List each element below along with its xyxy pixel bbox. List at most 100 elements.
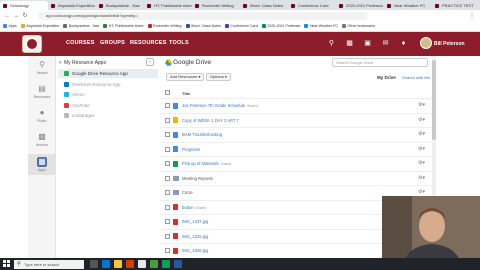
sidebar-item-search[interactable]: ⚲ Search	[28, 60, 56, 75]
bookmark-item[interactable]: Near Weather FC	[304, 24, 338, 28]
scrollbar-thumb[interactable]	[432, 60, 436, 140]
options-button[interactable]: Options ▾	[206, 73, 231, 81]
collapse-icon[interactable]: ‹	[146, 58, 154, 66]
table-row[interactable]: BAM Troubleshooting ⚙▾	[160, 127, 432, 140]
file-name[interactable]: Programs	[182, 147, 200, 152]
task-view-icon[interactable]	[90, 260, 98, 268]
calendar-icon[interactable]: ▣	[364, 40, 371, 47]
row-checkbox[interactable]	[165, 233, 170, 239]
bookmark-item[interactable]: Apps	[3, 24, 17, 28]
bookmark-item[interactable]: Abyssinia Expedition	[20, 24, 59, 28]
table-row[interactable]: Joe Peterson 7th Grade Schedule Shared ⚙▾	[160, 98, 432, 111]
file-name[interactable]: IMG_1026.jpg	[182, 248, 208, 253]
school-logo[interactable]	[22, 35, 42, 53]
file-name[interactable]: IMG_1237.jpg	[182, 219, 208, 224]
app-item[interactable]: Vimeo	[58, 90, 158, 99]
add-resources-button[interactable]: Add Resources ▾	[166, 73, 205, 81]
bell-icon[interactable]: ♦	[400, 40, 407, 47]
row-checkbox[interactable]	[165, 132, 170, 137]
table-row[interactable]: Programs ⚙▾	[160, 141, 432, 155]
row-options-icon[interactable]: ⚙▾	[418, 160, 425, 166]
tab-my-drive[interactable]: My Drive	[377, 75, 396, 80]
file-name[interactable]: IMG_1225.jpg	[182, 234, 208, 239]
row-checkbox[interactable]	[165, 146, 170, 152]
row-checkbox[interactable]	[165, 161, 170, 166]
row-options-icon[interactable]: ⚙▾	[418, 189, 425, 195]
row-options-icon[interactable]: ⚙▾	[418, 131, 425, 137]
browser-tab[interactable]: Conference Card	[288, 1, 336, 10]
row-checkbox[interactable]	[165, 117, 170, 123]
file-name[interactable]: BAM Troubleshooting	[182, 132, 222, 137]
file-explorer-icon[interactable]	[114, 260, 122, 268]
bookmark-item[interactable]: Bookpastime - Nav	[63, 24, 99, 28]
sidebar-item-public[interactable]: ● Public	[28, 108, 56, 123]
app-item[interactable]: YouTube	[58, 101, 158, 110]
nav-tools[interactable]: TOOLS	[169, 40, 189, 46]
row-options-icon[interactable]: ⚙▾	[418, 175, 425, 181]
file-name[interactable]: Copy of WEEK 1 DAY 3 ART 7	[182, 118, 239, 123]
windows-start-icon[interactable]	[3, 260, 10, 267]
browser-tab[interactable]: Word: Class Notes	[240, 1, 288, 10]
bookmark-item[interactable]: HT, Publishable sheet	[103, 24, 144, 28]
avatar[interactable]	[420, 37, 432, 49]
forward-icon[interactable]: →	[12, 12, 20, 20]
sidebar-item-archive[interactable]: ▩ Archive	[28, 132, 56, 147]
file-name[interactable]: button Shared	[182, 205, 206, 210]
row-options-icon[interactable]: ⚙▾	[418, 102, 425, 108]
browser-tab[interactable]: Schoology	[0, 1, 48, 10]
file-name[interactable]: Meeting Reports	[182, 176, 213, 181]
bookmark-item[interactable]: Word: Class Notes	[185, 24, 221, 28]
user-name[interactable]: Bill Peterson	[434, 41, 465, 47]
bookmark-item[interactable]: 2020-2021 Professio	[261, 24, 300, 28]
grid-icon[interactable]: ▦	[346, 40, 353, 47]
chrome-icon[interactable]	[162, 260, 170, 268]
bookmark-item[interactable]: Other bookmarks	[342, 24, 375, 28]
taskbar-search-input[interactable]: ⚲ Type here to search	[14, 259, 84, 269]
browser-tab[interactable]: PRACTICE TEST	[432, 1, 480, 10]
table-row[interactable]: Copy of WEEK 1 DAY 3 ART 7 ⚙▾	[160, 112, 432, 126]
back-icon[interactable]: ←	[3, 12, 11, 20]
search-icon[interactable]: ⚲	[328, 40, 335, 47]
browser-tab[interactable]: 2020-2021 Professio	[336, 1, 384, 10]
row-checkbox[interactable]	[165, 204, 170, 210]
reload-icon[interactable]: ↻	[21, 12, 29, 20]
row-options-icon[interactable]: ⚙▾	[418, 146, 425, 152]
menu-icon[interactable]: ⋮	[468, 12, 476, 20]
table-row[interactable]: Meeting Reports ⚙▾	[160, 170, 432, 184]
row-checkbox[interactable]	[165, 175, 170, 181]
browser-tab[interactable]: Abyssinia Expedition	[48, 1, 96, 10]
search-input[interactable]: Search Google Drive	[332, 58, 428, 67]
nav-courses[interactable]: COURSES	[66, 40, 95, 46]
app-item[interactable]: InstaEdges	[58, 111, 158, 120]
excel-icon[interactable]	[150, 260, 158, 268]
store-icon[interactable]	[138, 260, 146, 268]
word-icon[interactable]	[174, 260, 182, 268]
browser-tab[interactable]: Near Weather FC	[384, 1, 432, 10]
row-checkbox[interactable]	[165, 219, 170, 224]
browser-tab[interactable]: Rochester Writing	[192, 1, 240, 10]
bookmark-item[interactable]: Rochester Writing	[147, 24, 182, 28]
nav-resources[interactable]: RESOURCES	[130, 40, 167, 46]
tab-shared-with-me[interactable]: Shared with Me	[402, 75, 430, 80]
table-row[interactable]: Pick up of Materials Shared ⚙▾	[160, 156, 432, 169]
address-bar[interactable]: app.schoology.com/apps/login/saml/initia…	[38, 11, 368, 20]
row-checkbox[interactable]	[165, 248, 170, 253]
app-item[interactable]: Google Drive Resource App	[58, 69, 158, 78]
chevron-down-icon[interactable]: ▾	[59, 60, 62, 66]
browser-tab[interactable]: HT, Publishable sheet	[144, 1, 192, 10]
sidebar-item-resources[interactable]: ▤ Resources	[28, 84, 56, 99]
file-name[interactable]: Pick up of Materials Shared	[182, 161, 231, 166]
browser-tab[interactable]: Bookpastime - Nav	[96, 1, 144, 10]
row-options-icon[interactable]: ⚙▾	[418, 117, 425, 123]
select-all-checkbox[interactable]	[165, 90, 170, 95]
row-checkbox[interactable]	[165, 190, 170, 195]
sidebar-item-apps[interactable]: ▦ Apps	[28, 154, 56, 175]
file-name[interactable]: Joe Peterson 7th Grade Schedule Shared	[182, 103, 258, 108]
nav-groups[interactable]: GROUPS	[100, 40, 125, 46]
file-name[interactable]: Circle	[182, 190, 193, 195]
app-item[interactable]: OneDrive Resource App	[58, 80, 158, 89]
message-icon[interactable]: ✉	[382, 40, 389, 47]
office-icon[interactable]	[126, 260, 134, 268]
edge-icon[interactable]	[102, 260, 110, 268]
bookmark-item[interactable]: Conference Card	[224, 24, 258, 28]
